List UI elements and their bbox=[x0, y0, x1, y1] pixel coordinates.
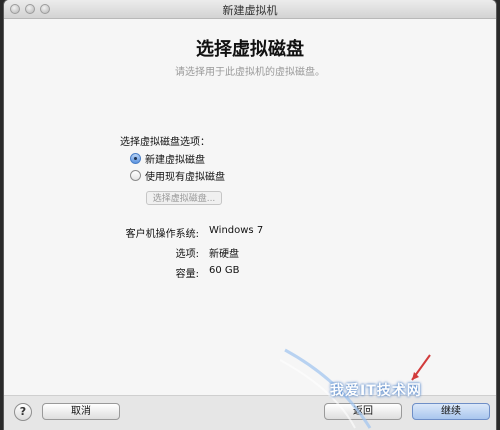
page-title: 选择虚拟磁盘 bbox=[196, 39, 304, 60]
wizard-content: 选择虚拟磁盘 请选择用于此虚拟机的虚拟磁盘。 选择虚拟磁盘选项： 新建虚拟磁盘 … bbox=[4, 19, 496, 395]
cancel-button[interactable]: 取消 bbox=[42, 403, 120, 420]
help-button[interactable]: ? bbox=[14, 403, 32, 421]
radio-existing-disk[interactable]: 使用现有虚拟磁盘 bbox=[130, 168, 225, 183]
window-title: 新建虚拟机 bbox=[222, 4, 278, 17]
summary-row-capacity: 容量: 60 GB bbox=[4, 265, 496, 280]
summary-row-option: 选项: 新硬盘 bbox=[4, 245, 496, 260]
summary-row-os: 客户机操作系统: Windows 7 bbox=[4, 225, 496, 240]
summary-value: 新硬盘 bbox=[209, 249, 239, 260]
radio-unselected-icon[interactable] bbox=[130, 169, 141, 181]
title-bar: 新建虚拟机 bbox=[4, 0, 496, 19]
summary-label: 选项: bbox=[175, 249, 199, 260]
radio-selected-icon[interactable] bbox=[130, 152, 141, 164]
watermark-text: 我爱IT技术网 bbox=[330, 383, 422, 399]
summary-label: 客户机操作系统: bbox=[125, 229, 199, 240]
summary-label: 容量: bbox=[175, 269, 199, 280]
summary-value: Windows 7 bbox=[209, 225, 264, 236]
page-subtitle: 请选择用于此虚拟机的虚拟磁盘。 bbox=[175, 67, 325, 78]
radio-new-disk-label: 新建虚拟磁盘 bbox=[145, 154, 205, 166]
radio-new-disk[interactable]: 新建虚拟磁盘 bbox=[130, 151, 205, 166]
radio-existing-disk-label: 使用现有虚拟磁盘 bbox=[145, 171, 225, 183]
summary-value: 60 GB bbox=[209, 265, 240, 276]
choose-disk-button[interactable]: 选择虚拟磁盘... bbox=[146, 191, 222, 205]
disk-options-label: 选择虚拟磁盘选项： bbox=[120, 137, 210, 148]
